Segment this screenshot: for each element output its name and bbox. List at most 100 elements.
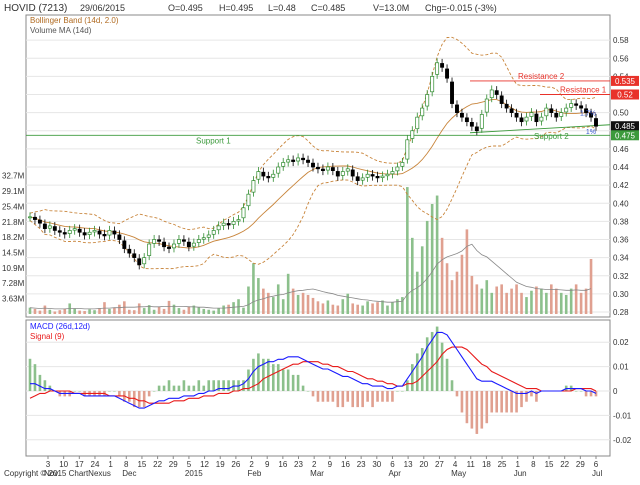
candle-body — [186, 241, 191, 248]
candle-body — [360, 177, 365, 181]
volume-bar — [202, 308, 206, 314]
volume-bar — [132, 310, 136, 314]
candle-body — [181, 239, 186, 242]
macd-histogram-bar — [480, 391, 484, 429]
candle-body — [370, 174, 375, 177]
macd-histogram-bar — [515, 391, 518, 413]
volume-tick-label: 18.2M — [2, 233, 25, 242]
x-tick-label: 11 — [467, 460, 476, 469]
price-tick-label: 0.30 — [613, 290, 629, 299]
volume-axis-labels: 32.7M 29.1M 25.4M 21.8M 18.2M 14.5M 10.9M 7.28M… — [2, 172, 25, 304]
candle-body — [395, 166, 400, 172]
candle-body — [127, 248, 132, 254]
resistance-2-label: Resistance 2 — [518, 72, 565, 81]
volume-bar — [420, 246, 424, 314]
volume-bar — [584, 288, 588, 314]
candle-body — [251, 180, 256, 193]
volume-bar — [361, 305, 364, 314]
volume-bar — [450, 280, 454, 314]
volume-bar — [162, 308, 166, 314]
volume-bar — [286, 273, 290, 314]
candle-body — [514, 112, 519, 118]
candle-body — [311, 162, 315, 168]
macd-histogram-bar — [455, 391, 459, 397]
macd-histogram-bar — [346, 391, 350, 402]
macd-histogram-bar — [207, 380, 211, 391]
x-tick-label: 1 — [515, 460, 520, 469]
x-tick-label: 13 — [404, 460, 413, 469]
candle-body — [430, 76, 435, 93]
macd-histogram-bar — [257, 353, 260, 391]
volume-bar — [43, 305, 47, 314]
macd-histogram-bar — [341, 391, 345, 408]
open-label: O=0.495 — [168, 3, 203, 13]
volume-ma-legend: Volume MA (14d) — [30, 26, 92, 35]
volume-bar — [559, 292, 563, 314]
candle-body — [92, 230, 97, 233]
macd-tick-label: -0.01 — [613, 411, 632, 420]
volume-bar — [371, 303, 374, 314]
volume-bar — [137, 303, 141, 314]
volume-bar — [366, 301, 369, 314]
volume-bar — [48, 309, 52, 314]
volume-bar — [351, 303, 355, 314]
volume-bar — [291, 288, 295, 314]
volume-bar — [281, 299, 285, 314]
volume-bar — [336, 305, 340, 314]
volume-bar — [430, 204, 434, 314]
x-tick-label: 4 — [453, 460, 458, 469]
candle-body — [479, 114, 484, 129]
candle-body — [365, 173, 370, 178]
macd-histogram-bar — [594, 391, 598, 397]
macd-histogram-bar — [108, 391, 111, 392]
price-tick-label: 0.34 — [613, 254, 629, 263]
volume-bar — [316, 301, 320, 314]
volume-bar — [341, 299, 345, 314]
x-tick-label: 20 — [419, 460, 428, 469]
volume-bar — [500, 284, 503, 314]
candle-body — [499, 95, 504, 104]
x-tick-label: 6 — [390, 460, 395, 469]
candle-body — [534, 113, 539, 123]
volume-bar — [197, 307, 201, 314]
candle-body — [504, 103, 509, 109]
macd-histogram-bar — [227, 380, 230, 391]
macd-histogram-bar — [351, 391, 355, 408]
volume-bar — [28, 307, 32, 314]
volume-bar — [569, 288, 573, 314]
price-box-label: 0.485 — [615, 122, 636, 131]
candle-body — [132, 253, 137, 258]
volume-bar — [73, 308, 76, 314]
volume-bar — [520, 292, 523, 314]
macd-histogram-bar — [286, 369, 290, 391]
price-tick-label: 0.32 — [613, 272, 629, 281]
candle-body — [167, 246, 171, 249]
x-tick-label: 30 — [372, 460, 381, 469]
candle-body — [594, 118, 598, 127]
volume-tick-label: 7.28M — [2, 279, 25, 288]
macd-histogram-bar — [281, 369, 285, 391]
price-box-label: 0.52 — [617, 91, 633, 100]
macd-histogram-bar — [406, 380, 409, 391]
macd-histogram-bar — [202, 385, 206, 391]
volume-bar — [271, 297, 275, 314]
candle-body — [172, 243, 176, 249]
price-box-label: 0.475 — [615, 131, 636, 140]
candle-body — [355, 176, 360, 181]
candle-body — [256, 171, 261, 180]
volume-bar — [142, 308, 146, 314]
candle-body — [157, 239, 162, 242]
macd-histogram-bar — [177, 385, 181, 391]
volume-bar — [356, 304, 359, 314]
price-tick-label: 0.28 — [613, 308, 629, 317]
candle-body — [350, 169, 355, 177]
candle-body — [509, 108, 514, 113]
month-label: Jul — [592, 469, 602, 478]
month-label: 2015 — [185, 469, 203, 478]
chart-canvas: 0.580.560.540.520.500.480.460.440.420.40… — [0, 0, 640, 480]
volume-bar — [425, 220, 429, 314]
macd-tick-label: 0.02 — [613, 338, 629, 347]
macd-histogram-bar — [579, 391, 583, 392]
candle-body — [445, 68, 450, 79]
macd-histogram-bar — [38, 374, 42, 391]
